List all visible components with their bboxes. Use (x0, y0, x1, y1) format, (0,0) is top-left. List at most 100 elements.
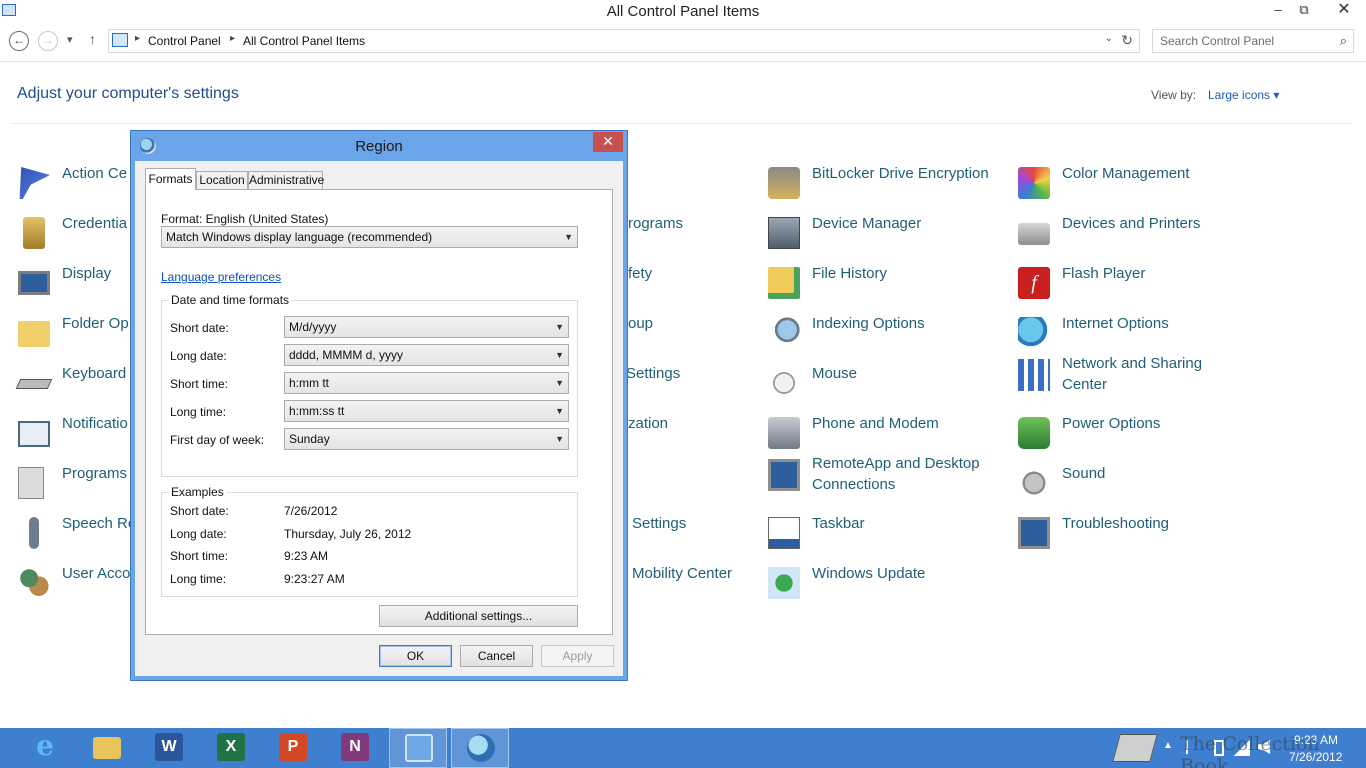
breadcrumb-separator[interactable]: ▸ (230, 33, 235, 44)
tab-formats[interactable]: Formats (145, 168, 196, 190)
cp-item-label: Keyboard (62, 365, 127, 382)
first-day-select[interactable]: Sunday ▼ (284, 428, 569, 450)
cp-item-windows-update[interactable]: Windows Update (768, 563, 1008, 603)
globe-icon (467, 734, 495, 762)
cp-item-label: Notificatio (62, 415, 128, 432)
cp-item-action-center[interactable]: Action Ce (18, 163, 130, 203)
back-button[interactable]: ← (9, 31, 29, 51)
ok-button[interactable]: OK (379, 645, 452, 667)
chevron-down-icon: ▼ (555, 322, 564, 332)
cp-item-label: Speech Re (62, 515, 137, 532)
long-time-select[interactable]: h:mm:ss tt ▼ (284, 400, 569, 422)
close-button[interactable]: ✕ (1322, 0, 1366, 22)
view-by-dropdown[interactable]: Large icons ▾ (1208, 88, 1279, 102)
color-management-icon (1018, 167, 1050, 199)
window-titlebar: All Control Panel Items – ⧉ ✕ (0, 0, 1366, 24)
cp-item-label: Display (62, 265, 112, 282)
cp-item-mouse[interactable]: Mouse (768, 363, 1008, 403)
taskbar-internet-explorer[interactable]: e (16, 728, 74, 768)
short-time-select[interactable]: h:mm tt ▼ (284, 372, 569, 394)
cp-item-device-manager[interactable]: Device Manager (768, 213, 1008, 253)
cp-item-troubleshooting[interactable]: Troubleshooting (1018, 513, 1238, 553)
cp-item-label: Mouse (812, 365, 858, 382)
cp-item-label: Power Options (1062, 415, 1161, 432)
cp-item-family-safety[interactable]: fety (628, 263, 748, 303)
cp-item-user-accounts[interactable]: User Acco (18, 563, 130, 603)
up-button[interactable]: ↑ (89, 31, 96, 47)
onenote-icon: N (341, 733, 369, 761)
cp-item-keyboard[interactable]: Keyboard (15, 363, 130, 403)
cp-item-folder-options[interactable]: Folder Op (18, 313, 130, 353)
watermark: The Collection Book (1180, 733, 1320, 768)
taskbar-onenote[interactable]: N (326, 728, 384, 768)
cp-item-devices-and-printers[interactable]: Devices and Printers (1018, 213, 1238, 253)
tab-administrative[interactable]: Administrative (248, 171, 324, 190)
dialog-close-button[interactable]: ✕ (593, 132, 623, 152)
refresh-button[interactable]: ↻ (1121, 32, 1133, 49)
cp-item-flash-player[interactable]: f Flash Player (1018, 263, 1238, 303)
cp-item-taskbar[interactable]: Taskbar (768, 513, 1008, 553)
cp-item-default-programs[interactable]: rograms (628, 213, 748, 253)
cancel-button[interactable]: Cancel (460, 645, 533, 667)
taskbar-region[interactable] (451, 728, 509, 768)
taskbar: e W X P N ▲ 9:23 AM (0, 728, 1366, 768)
minimize-button[interactable]: – (1265, 0, 1291, 22)
cp-item-bitlocker[interactable]: BitLocker Drive Encryption (768, 163, 1008, 203)
short-date-select[interactable]: M/d/yyyy ▼ (284, 316, 569, 338)
short-time-label: Short time: (170, 377, 229, 391)
forward-button[interactable]: → (38, 31, 58, 51)
format-select[interactable]: Match Windows display language (recommen… (161, 226, 578, 248)
long-date-select[interactable]: dddd, MMMM d, yyyy ▼ (284, 344, 569, 366)
search-icon[interactable]: ⌕ (1340, 33, 1347, 49)
cp-item-notification-area[interactable]: Notificatio (18, 413, 130, 453)
breadcrumb-control-panel[interactable]: Control Panel (148, 34, 221, 48)
taskbar-powerpoint[interactable]: P (264, 728, 322, 768)
restore-button[interactable]: ⧉ (1291, 0, 1317, 22)
cp-item-homegroup[interactable]: oup (628, 313, 748, 353)
cp-item-label: oup (628, 315, 654, 332)
example-value: Thursday, July 26, 2012 (284, 527, 412, 541)
cp-item-display[interactable]: Display (18, 263, 130, 303)
window-title: All Control Panel Items (606, 3, 760, 20)
taskbar-file-explorer[interactable] (78, 728, 136, 768)
address-dropdown-button[interactable]: ⌄ (1105, 33, 1113, 44)
additional-settings-button[interactable]: Additional settings... (379, 605, 578, 627)
view-by-label: View by: (1151, 88, 1197, 102)
cp-item-sync-settings[interactable]: Settings (632, 513, 752, 553)
cp-item-label: Network and Sharing (1062, 355, 1203, 372)
cp-item-internet-options[interactable]: Internet Options (1018, 313, 1238, 353)
taskbar-excel[interactable]: X (202, 728, 260, 768)
cp-item-label: Settings (626, 365, 681, 382)
breadcrumb-separator[interactable]: ▸ (135, 33, 140, 44)
apply-button[interactable]: Apply (541, 645, 614, 667)
cp-item-sound[interactable]: Sound (1018, 463, 1238, 503)
example-label: Long date: (170, 527, 227, 541)
recent-locations-button[interactable]: ▾ (67, 33, 73, 46)
cp-item-personalization[interactable]: zation (628, 413, 748, 453)
cp-item-network-sharing-center[interactable]: Network and Sharing Center (1018, 353, 1238, 397)
show-hidden-icons-button[interactable]: ▲ (1163, 740, 1173, 768)
cp-item-file-history[interactable]: File History (768, 263, 1008, 303)
printer-icon (1018, 223, 1050, 245)
cp-item-programs[interactable]: Programs (18, 463, 130, 503)
cp-item-indexing-options[interactable]: Indexing Options (768, 313, 1008, 353)
search-input[interactable] (1160, 34, 1330, 48)
touch-keyboard-icon[interactable] (1112, 734, 1158, 762)
cp-item-speech-recognition[interactable]: Speech Re (18, 513, 136, 553)
cp-item-label: Folder Op (62, 315, 129, 332)
search-box[interactable]: ⌕ (1152, 29, 1354, 53)
cp-item-power-options[interactable]: Power Options (1018, 413, 1238, 453)
cp-item-label: User Acco (62, 565, 131, 582)
language-preferences-link[interactable]: Language preferences (161, 270, 281, 284)
taskbar-word[interactable]: W (140, 728, 198, 768)
cp-item-phone-and-modem[interactable]: Phone and Modem (768, 413, 1008, 453)
cp-item-credential-manager[interactable]: Credentia (18, 213, 130, 253)
cp-item-language-settings[interactable]: Settings (626, 363, 746, 403)
breadcrumb-all-items[interactable]: All Control Panel Items (243, 34, 365, 48)
cp-item-mobility-center[interactable]: Mobility Center (632, 563, 752, 603)
address-bar[interactable]: ▸ Control Panel ▸ All Control Panel Item… (108, 29, 1140, 53)
cp-item-color-management[interactable]: Color Management (1018, 163, 1238, 203)
taskbar-control-panel[interactable] (389, 728, 447, 768)
tab-location[interactable]: Location (196, 171, 248, 190)
cp-item-remoteapp[interactable]: RemoteApp and Desktop Connections (768, 453, 1008, 497)
